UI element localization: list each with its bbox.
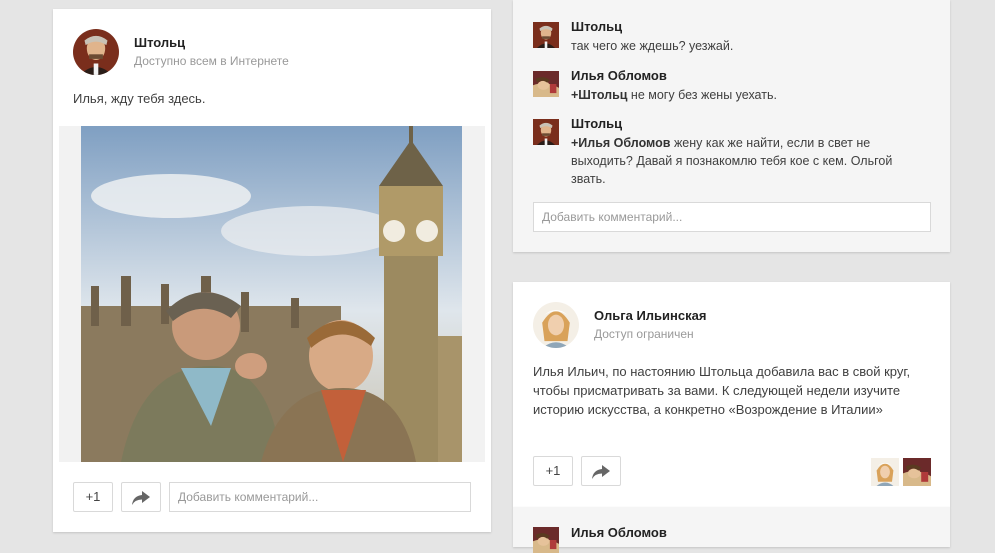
post-visibility[interactable]: Доступ ограничен [594, 327, 694, 341]
stolz-avatar[interactable] [73, 29, 119, 75]
comment-avatar-oblomov[interactable] [533, 71, 559, 97]
comment-author[interactable]: Штольц [571, 19, 622, 34]
comment-author[interactable]: Илья Обломов [571, 68, 667, 83]
comment-text: +Илья Обломов жену как же найти, если в … [571, 136, 893, 186]
comments-section-2: Илья Обломов [513, 507, 950, 553]
comment-author[interactable]: Илья Обломов [571, 525, 667, 540]
comment-author[interactable]: Штольц [571, 116, 622, 131]
share-button[interactable] [581, 456, 621, 486]
mention-link[interactable]: +Штольц [571, 88, 627, 102]
post-author-name[interactable]: Штольц [134, 35, 185, 50]
comment-avatar-stolz[interactable] [533, 119, 559, 145]
london-photo-image [81, 126, 462, 462]
share-arrow-icon [592, 465, 610, 479]
share-button[interactable] [121, 482, 161, 512]
post-photo[interactable] [59, 126, 485, 462]
plus-one-button[interactable]: +1 [533, 456, 573, 486]
mention-link[interactable]: +Илья Обломов [571, 136, 670, 150]
comment-input[interactable]: Добавить комментарий... [169, 482, 471, 512]
post-visibility[interactable]: Доступно всем в Интернете [134, 54, 289, 68]
plusoner-avatar-oblomov[interactable] [903, 458, 931, 486]
comment-input[interactable]: Добавить комментарий... [533, 202, 931, 232]
comment-avatar-oblomov[interactable] [533, 527, 559, 553]
comment-text: так чего же ждешь? уезжай. [571, 39, 734, 53]
post-text: Илья Ильич, по настоянию Штольца добавил… [533, 364, 911, 417]
comment-avatar-stolz[interactable] [533, 22, 559, 48]
plus-one-button[interactable]: +1 [73, 482, 113, 512]
olga-avatar[interactable] [533, 302, 579, 348]
post-author-name[interactable]: Ольга Ильинская [594, 308, 706, 323]
comment-text: +Штольц не могу без жены уехать. [571, 88, 777, 102]
share-arrow-icon [132, 491, 150, 505]
post-card-stolz: Штольц Доступно всем в Интернете Илья, ж… [53, 9, 491, 532]
post-card-olga: Ольга Ильинская Доступ ограничен Илья Ил… [513, 282, 950, 507]
plusoner-avatar-olga[interactable] [871, 458, 899, 486]
comments-section: Штольц так чего же ждешь? уезжай. Илья О… [513, 0, 950, 252]
post-text: Илья, жду тебя здесь. [73, 91, 206, 106]
